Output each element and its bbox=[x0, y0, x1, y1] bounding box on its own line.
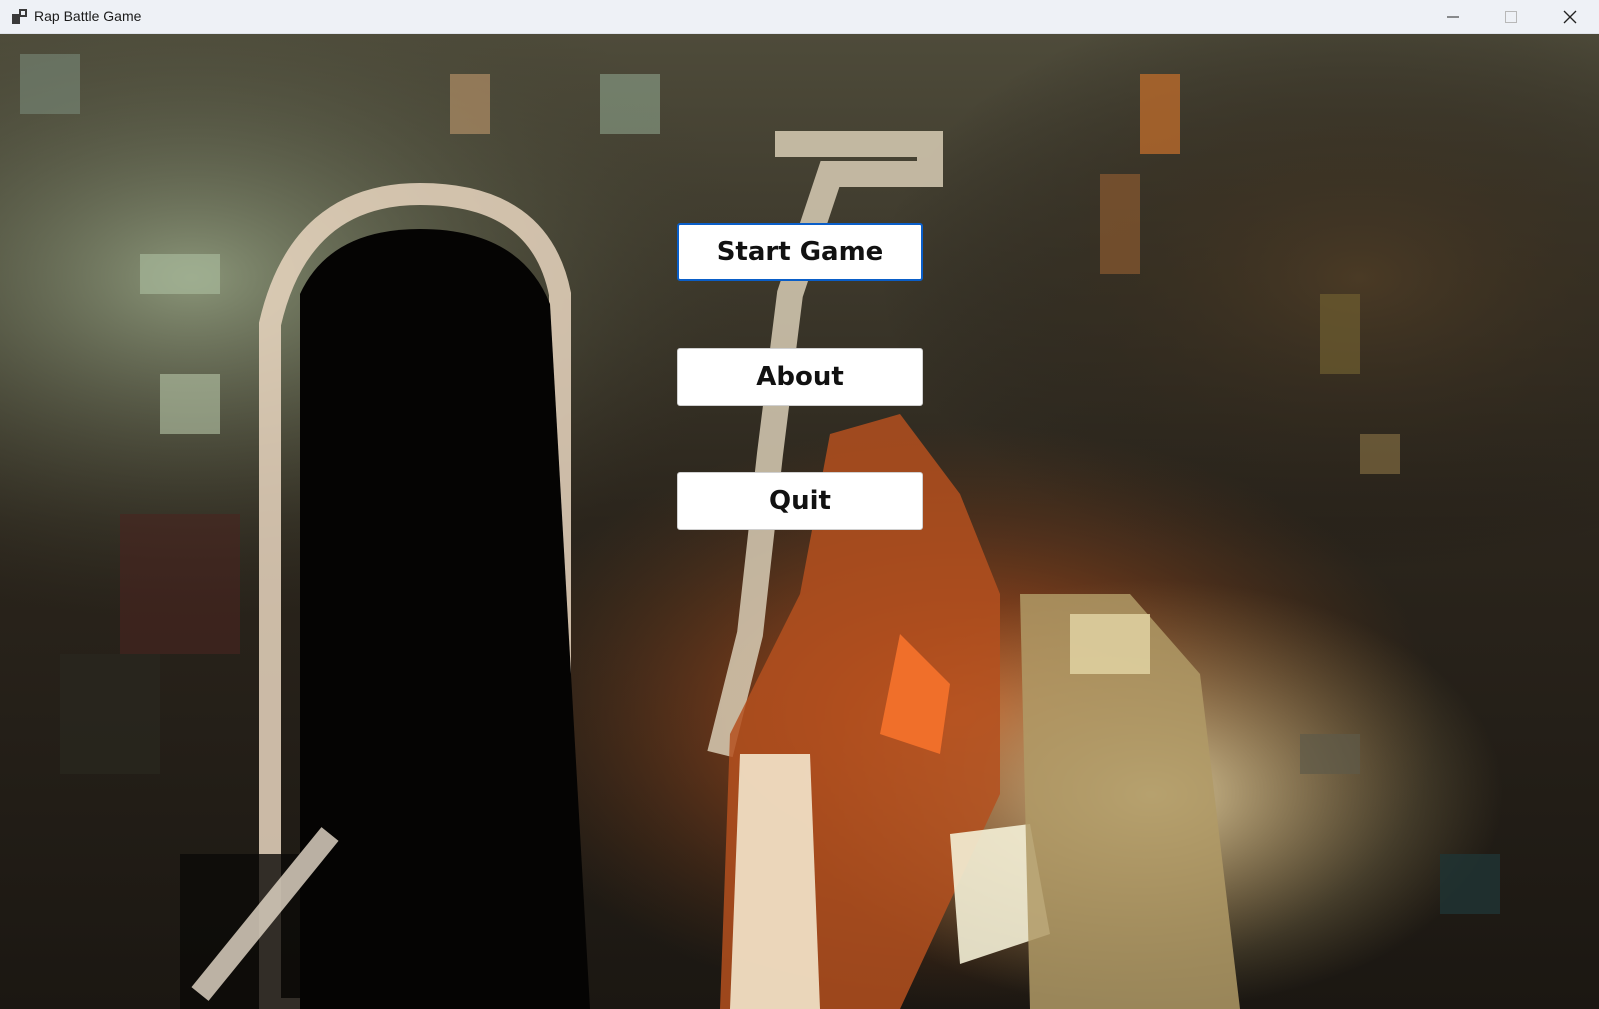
window-title: Rap Battle Game bbox=[34, 8, 142, 24]
close-icon bbox=[1563, 10, 1577, 24]
close-button[interactable] bbox=[1541, 0, 1599, 34]
app-icon bbox=[12, 9, 27, 24]
start-game-button[interactable]: Start Game bbox=[677, 223, 923, 281]
title-bar[interactable]: Rap Battle Game bbox=[0, 0, 1599, 34]
minimize-button[interactable] bbox=[1424, 0, 1482, 34]
maximize-button[interactable] bbox=[1482, 0, 1540, 34]
maximize-icon bbox=[1505, 11, 1517, 23]
about-button[interactable]: About bbox=[677, 348, 923, 406]
game-window: Rap Battle Game Start Game About Quit bbox=[0, 0, 1599, 1009]
minimize-icon bbox=[1447, 16, 1459, 18]
quit-button[interactable]: Quit bbox=[677, 472, 923, 530]
dark-silhouette bbox=[300, 229, 590, 1009]
